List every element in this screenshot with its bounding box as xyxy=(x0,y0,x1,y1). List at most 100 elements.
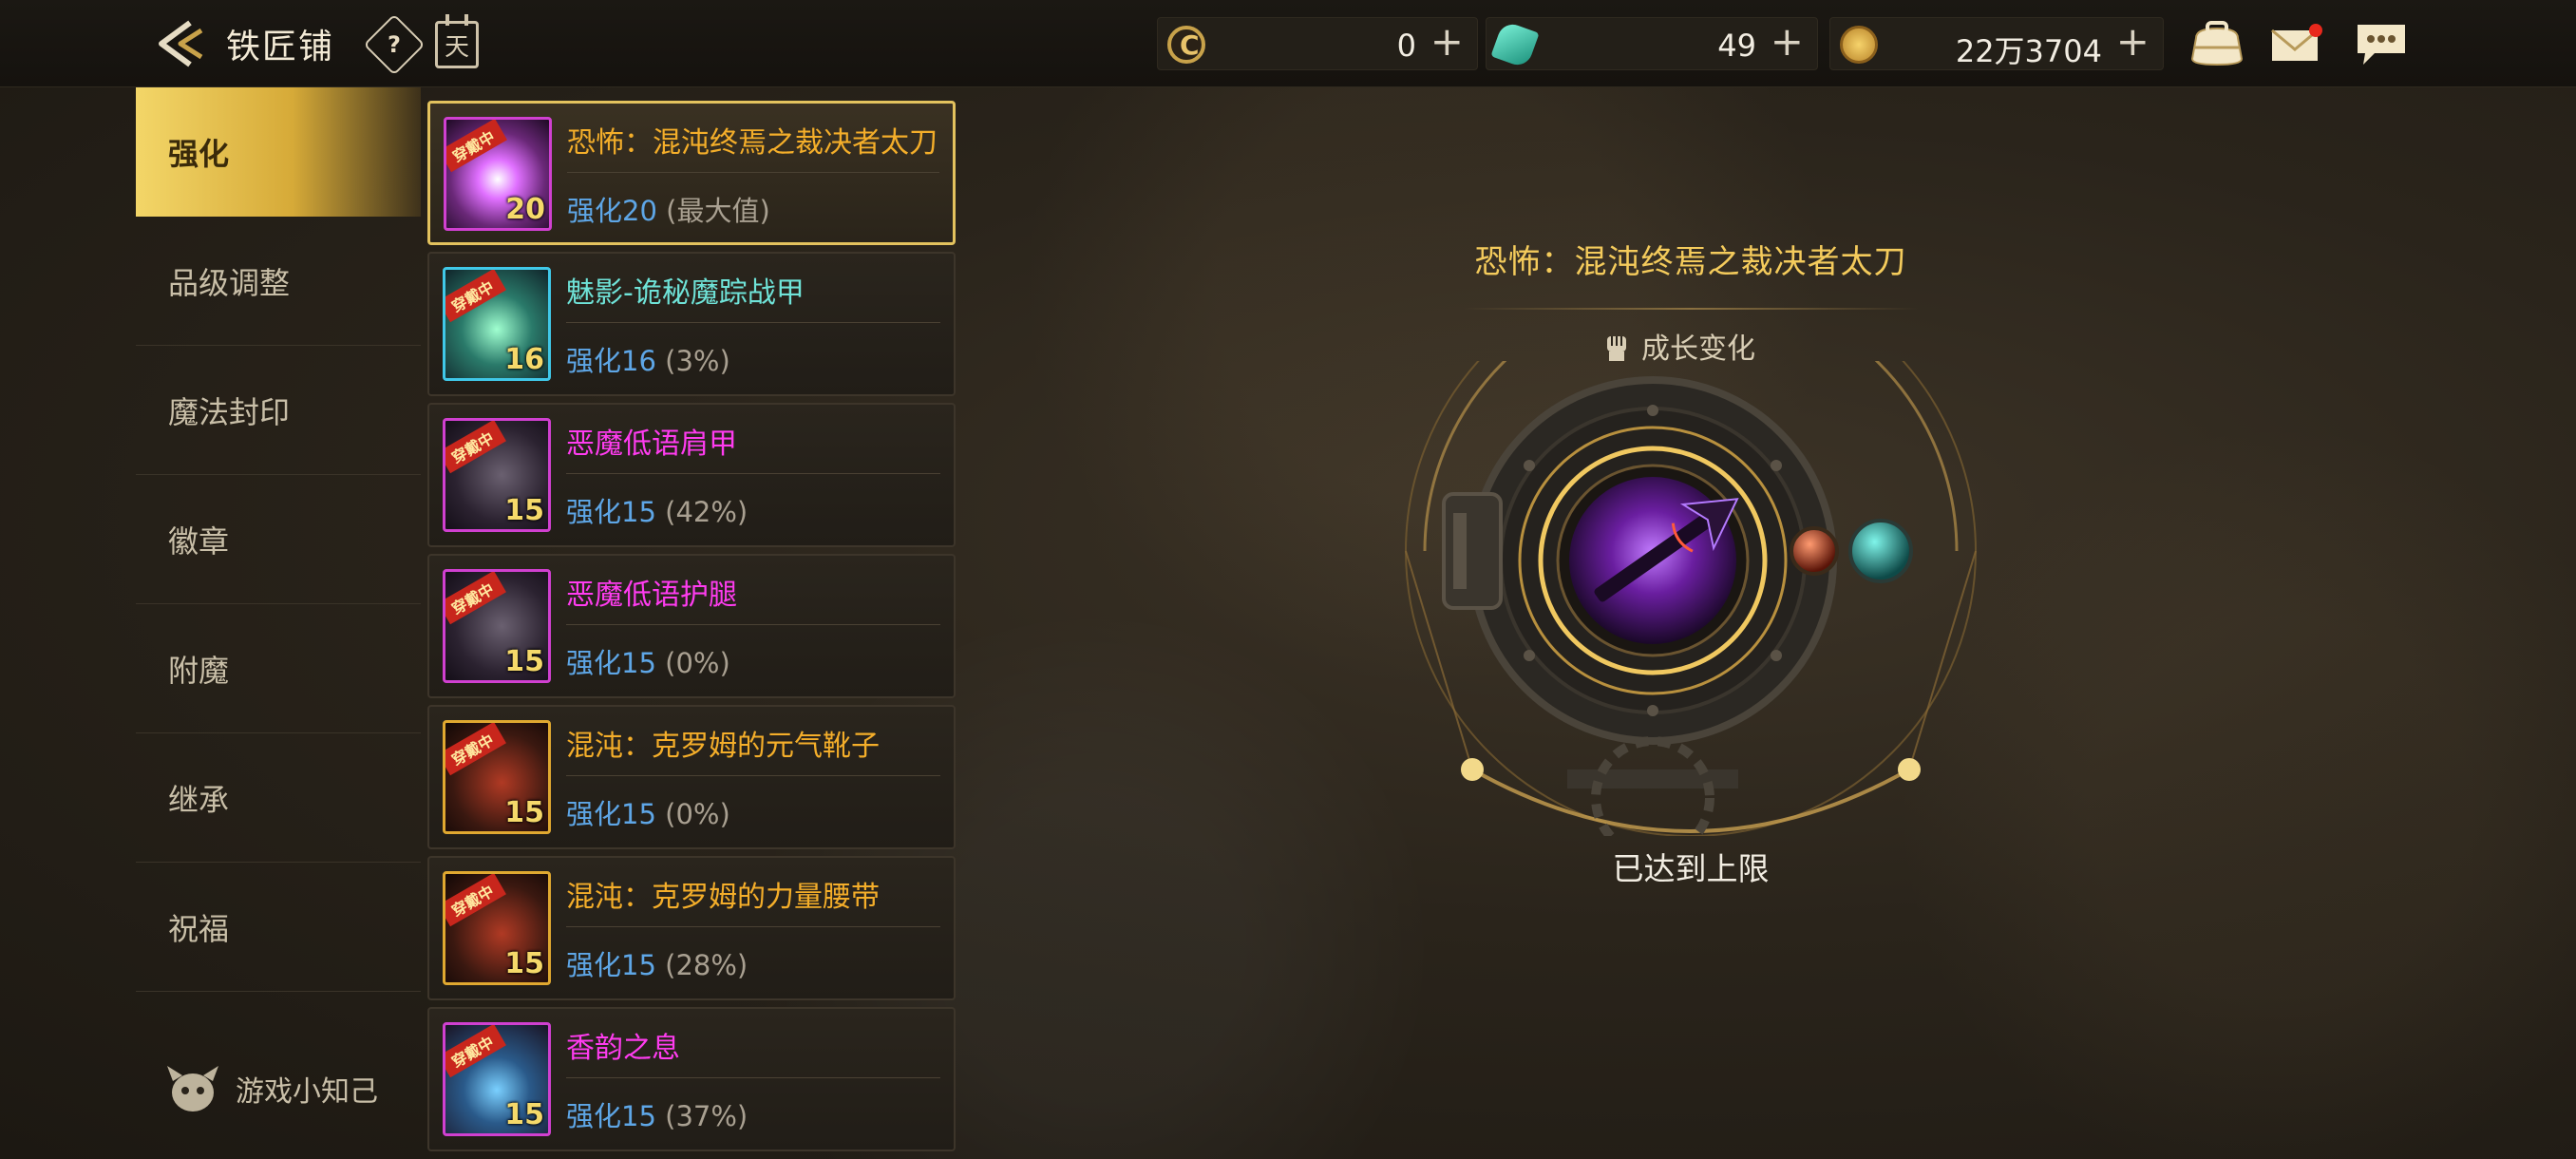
item-name: 香韵之息 xyxy=(566,1032,680,1065)
back-arrow-icon[interactable] xyxy=(152,17,209,70)
item-enhance-level: 强化15 (42%) xyxy=(566,490,748,530)
calendar-button[interactable]: 天 xyxy=(435,14,479,68)
page-title: 铁匠铺 xyxy=(226,28,335,66)
nav-item-emblem[interactable]: 徽章 xyxy=(136,475,421,604)
enhance-label: 强化15 xyxy=(566,949,656,981)
enhance-progress: (28%) xyxy=(665,949,748,981)
nav-item-blessing[interactable]: 祝福 xyxy=(136,863,421,992)
item-level-number: 15 xyxy=(504,796,544,829)
token-currency-box: 0 + xyxy=(1157,17,1478,70)
item-level-number: 20 xyxy=(505,193,545,226)
nav-item-enchant[interactable]: 附魔 xyxy=(136,604,421,733)
help-icon: ? xyxy=(388,30,401,58)
add-token-button[interactable]: + xyxy=(1430,22,1464,62)
mascot-icon xyxy=(167,1066,218,1112)
gold-value: 22万3704 xyxy=(1955,33,2102,69)
divider xyxy=(566,775,940,776)
enhance-progress: (最大值) xyxy=(666,195,770,227)
item-enhance-level: 强化16 (3%) xyxy=(566,339,730,379)
enhance-progress: (42%) xyxy=(665,496,748,528)
equipment-card[interactable]: 穿戴中 20 恐怖：混沌终焉之裁决者太刀 强化20 (最大值) xyxy=(427,101,956,245)
item-enhance-level: 强化20 (最大值) xyxy=(567,189,770,229)
equipment-card[interactable]: 穿戴中 16 魅影-诡秘魔踪战甲 强化16 (3%) xyxy=(427,252,956,396)
token-icon xyxy=(1167,26,1205,64)
divider xyxy=(566,624,940,625)
item-enhance-level: 强化15 (37%) xyxy=(566,1094,748,1134)
token-value: 0 xyxy=(1396,28,1416,64)
mail-icon[interactable] xyxy=(2270,23,2323,63)
item-name: 混沌：克罗姆的力量腰带 xyxy=(566,881,880,914)
equipment-list: 穿戴中 20 恐怖：混沌终焉之裁决者太刀 强化20 (最大值) 穿戴中 16 魅… xyxy=(427,101,956,1158)
gem-value: 49 xyxy=(1717,28,1756,64)
equipped-badge: 穿戴中 xyxy=(445,1025,506,1078)
nav-item-enhance[interactable]: 强化 xyxy=(136,87,421,217)
equipped-badge: 穿戴中 xyxy=(445,421,506,474)
equipped-badge: 穿戴中 xyxy=(445,723,506,776)
divider xyxy=(566,473,940,474)
max-reached-label: 已达到上限 xyxy=(1612,850,1770,887)
help-button[interactable]: ? xyxy=(363,13,426,76)
item-level-number: 15 xyxy=(504,1098,544,1131)
forge-device xyxy=(1405,361,1977,836)
enhance-label: 强化16 xyxy=(566,345,656,377)
add-gold-button[interactable]: + xyxy=(2116,22,2150,62)
chat-icon[interactable] xyxy=(2354,21,2409,66)
calendar-icon: 天 xyxy=(444,32,469,62)
boots-icon: 穿戴中 15 xyxy=(443,720,551,834)
divider xyxy=(566,926,940,927)
item-name: 恐怖：混沌终焉之裁决者太刀 xyxy=(567,126,938,160)
title-underline xyxy=(1463,308,1919,310)
add-gem-button[interactable]: + xyxy=(1771,22,1804,62)
equipment-card[interactable]: 穿戴中 15 混沌：克罗姆的力量腰带 强化15 (28%) xyxy=(427,856,956,1000)
equipment-card[interactable]: 穿戴中 15 恶魔低语肩甲 强化15 (42%) xyxy=(427,403,956,547)
equipment-card[interactable]: 穿戴中 15 恶魔低语护腿 强化15 (0%) xyxy=(427,554,956,698)
amulet-icon: 穿戴中 15 xyxy=(443,1022,551,1136)
enhance-label: 强化15 xyxy=(566,496,656,528)
game-tips-button[interactable]: 游戏小知己 xyxy=(163,1062,378,1115)
side-nav: 强化 品级调整 魔法封印 徽章 附魔 继承 祝福 xyxy=(136,87,421,992)
item-enhance-level: 强化15 (0%) xyxy=(566,792,730,832)
game-tips-label: 游戏小知己 xyxy=(236,1075,378,1109)
enhance-label: 强化15 xyxy=(566,1100,656,1132)
divider xyxy=(566,322,940,323)
equipment-card[interactable]: 穿戴中 15 混沌：克罗姆的元气靴子 强化15 (0%) xyxy=(427,705,956,849)
item-name: 混沌：克罗姆的元气靴子 xyxy=(566,730,880,763)
nav-item-grade-adjust[interactable]: 品级调整 xyxy=(136,217,421,346)
shoulder-armor-icon: 穿戴中 15 xyxy=(443,418,551,532)
gem-icon xyxy=(1490,20,1540,69)
equipped-badge: 穿戴中 xyxy=(445,572,506,625)
item-enhance-level: 强化15 (28%) xyxy=(566,943,748,983)
equipment-card[interactable]: 穿戴中 15 香韵之息 强化15 (37%) xyxy=(427,1007,956,1151)
enhance-progress: (0%) xyxy=(665,647,730,679)
enhance-label: 强化15 xyxy=(566,647,656,679)
equipped-badge: 穿戴中 xyxy=(446,120,507,173)
belt-icon: 穿戴中 15 xyxy=(443,871,551,985)
item-level-number: 15 xyxy=(504,494,544,527)
top-bar: 铁匠铺 ? 天 0 + 49 + 22万3704 + xyxy=(0,0,2576,87)
enhance-progress: (3%) xyxy=(665,345,730,377)
item-level-number: 15 xyxy=(504,645,544,678)
enhance-progress: (0%) xyxy=(665,798,730,830)
nav-item-inherit[interactable]: 继承 xyxy=(136,733,421,863)
item-level-number: 15 xyxy=(504,947,544,980)
item-enhance-level: 强化15 (0%) xyxy=(566,641,730,681)
enhance-progress: (37%) xyxy=(665,1100,748,1132)
bag-icon[interactable] xyxy=(2188,21,2245,66)
leg-armor-icon: 穿戴中 15 xyxy=(443,569,551,683)
gold-currency-box: 22万3704 + xyxy=(1829,17,2164,70)
divider xyxy=(567,172,939,173)
divider xyxy=(566,1077,940,1078)
item-name: 魅影-诡秘魔踪战甲 xyxy=(566,276,805,310)
item-name: 恶魔低语护腿 xyxy=(566,579,737,612)
item-name: 恶魔低语肩甲 xyxy=(566,428,737,461)
gem-currency-box: 49 + xyxy=(1486,17,1818,70)
selected-item-title: 恐怖：混沌终焉之裁决者太刀 xyxy=(1474,243,1907,281)
enhance-label: 强化15 xyxy=(566,798,656,830)
armor-icon: 穿戴中 16 xyxy=(443,267,551,381)
fist-icon xyxy=(1607,336,1626,361)
katana-icon: 穿戴中 20 xyxy=(444,117,552,231)
enhance-label: 强化20 xyxy=(567,195,657,227)
nav-item-magic-seal[interactable]: 魔法封印 xyxy=(136,346,421,475)
gold-coin-icon xyxy=(1840,26,1878,64)
item-level-number: 16 xyxy=(504,343,544,376)
